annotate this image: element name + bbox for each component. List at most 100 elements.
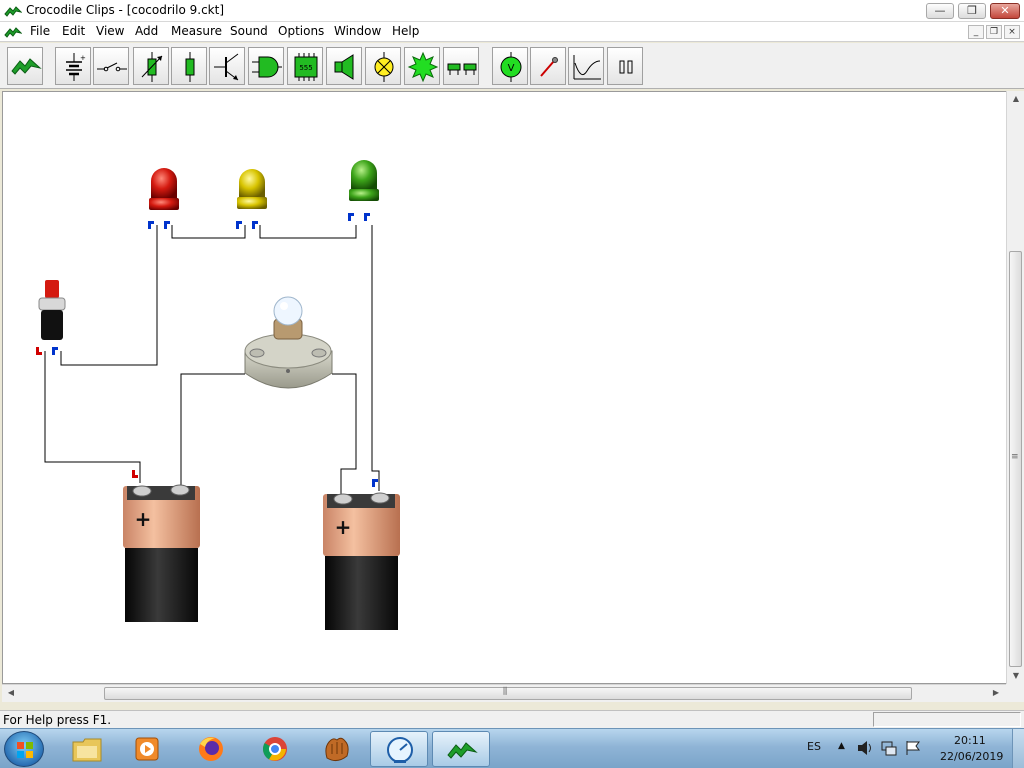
red-led[interactable] [148,168,179,229]
chip-label: 555 [299,64,312,72]
tool-transistor[interactable] [209,47,245,85]
menu-measure[interactable]: Measure [169,24,224,38]
network-icon[interactable] [880,740,898,756]
menu-help[interactable]: Help [390,24,421,38]
menu-add[interactable]: Add [133,24,160,38]
media-player-icon [135,737,159,761]
connector-icon [447,63,477,75]
taskbar-gauge-app[interactable] [370,731,428,767]
grip-icon: ⫼ [503,687,508,697]
crocodile-logo-icon [11,58,42,75]
taskbar-media-player[interactable] [118,731,176,767]
clock-gauge-icon [387,737,413,763]
grip-icon: ≡ [1011,452,1019,462]
tool-graph[interactable] [568,47,604,85]
graph-icon [573,55,601,80]
toolbar: + 555 V [0,43,1024,89]
menu-sound[interactable]: Sound [228,24,270,38]
circuit-canvas[interactable]: + + [2,91,1006,684]
show-desktop-button[interactable] [1012,729,1024,768]
svg-text:+: + [80,54,86,62]
tool-resistor[interactable] [171,47,207,85]
battery-plus-label: + [135,507,152,531]
tool-battery[interactable]: + [55,47,91,85]
horizontal-scrollbar[interactable]: ◀ ⫼ ▶ [2,684,1006,702]
restore-button[interactable]: ❐ [958,3,986,19]
volume-icon[interactable] [856,740,874,756]
crocodile-logo-icon [4,6,22,17]
menu-bar: File Edit View Add Measure Sound Options… [0,22,1024,42]
green-led[interactable] [348,160,379,221]
taskbar-explorer[interactable] [58,731,116,767]
status-bar: For Help press F1. [0,710,1024,728]
tool-pause[interactable] [607,47,643,85]
baseball-glove-icon [325,737,349,762]
explorer-icon [72,738,102,762]
scroll-down-arrow-icon[interactable]: ▼ [1010,671,1022,680]
push-switch[interactable] [36,280,66,355]
light-bulb[interactable] [244,296,333,389]
menu-window[interactable]: Window [332,24,383,38]
clock-time[interactable]: 20:11 [954,734,986,747]
probe-icon [540,57,558,77]
taskbar-firefox[interactable] [182,731,240,767]
status-panel [873,712,1021,727]
timer-555-icon: 555 [294,53,318,81]
switch-icon [97,62,127,72]
vertical-scroll-thumb[interactable]: ≡ [1009,251,1022,667]
start-button[interactable] [4,731,44,767]
vertical-scrollbar[interactable]: ▲ ≡ ▼ [1006,91,1024,684]
horizontal-scroll-thumb[interactable]: ⫼ [104,687,912,700]
window-title: Crocodile Clips - [cocodrilo 9.ckt] [26,3,225,17]
menu-edit[interactable]: Edit [60,24,87,38]
pause-icon [619,60,633,74]
document-crocodile-icon[interactable] [4,24,22,40]
battery-plus-label: + [335,515,352,539]
tool-crocodile[interactable] [7,47,43,85]
menu-view[interactable]: View [94,24,126,38]
minimize-button[interactable]: — [926,3,954,19]
battery-right[interactable]: + [323,479,400,630]
battery-icon: + [66,53,86,81]
battery-left[interactable]: + [123,470,200,622]
mdi-minimize-button[interactable]: _ [968,25,984,39]
clock-date[interactable]: 22/06/2019 [940,750,1003,763]
tool-probe[interactable] [530,47,566,85]
tool-connector[interactable] [443,47,479,85]
tool-switch[interactable] [93,47,129,85]
speaker-icon [334,54,354,80]
mdi-restore-button[interactable]: ❐ [986,25,1002,39]
scroll-left-arrow-icon[interactable]: ◀ [5,688,17,697]
circuit-diagram: + + [36,160,400,630]
chrome-icon [262,737,287,761]
logic-gate-icon [252,56,282,78]
variable-resistor-icon [141,52,163,82]
scroll-corner [1006,684,1024,702]
led-icon [407,51,439,83]
action-center-flag-icon[interactable] [904,740,922,756]
firefox-icon [199,737,223,761]
close-button[interactable]: ✕ [990,3,1020,19]
menu-options[interactable]: Options [276,24,326,38]
tool-variable-resistor[interactable] [133,47,169,85]
taskbar-glove-app[interactable] [308,731,366,767]
tool-logic-gate[interactable] [248,47,284,85]
taskbar: ES ▲ 20:11 22/06/2019 [0,728,1024,768]
menu-file[interactable]: File [28,24,52,38]
tool-timer-555[interactable]: 555 [287,47,323,85]
tool-lamp[interactable] [365,47,401,85]
tool-led[interactable] [404,47,440,85]
windows-logo-icon [17,742,33,758]
taskbar-chrome[interactable] [246,731,304,767]
voltmeter-label: V [508,63,515,74]
mdi-close-button[interactable]: × [1004,25,1020,39]
title-bar: Crocodile Clips - [cocodrilo 9.ckt] — ❐ … [0,0,1024,22]
tool-speaker[interactable] [326,47,362,85]
taskbar-crocodile-clips[interactable] [432,731,490,767]
scroll-right-arrow-icon[interactable]: ▶ [990,688,1002,697]
tray-expand-icon[interactable]: ▲ [838,741,845,751]
language-indicator[interactable]: ES [807,740,821,753]
scroll-up-arrow-icon[interactable]: ▲ [1010,94,1022,103]
tool-voltmeter[interactable]: V [492,47,528,85]
yellow-led[interactable] [236,169,267,229]
